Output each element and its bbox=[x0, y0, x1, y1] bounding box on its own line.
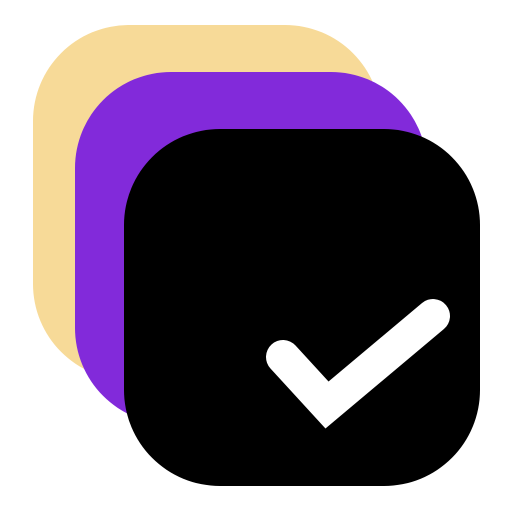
icon-canvas bbox=[0, 0, 512, 512]
stacked-checkbox-icon bbox=[33, 25, 480, 486]
